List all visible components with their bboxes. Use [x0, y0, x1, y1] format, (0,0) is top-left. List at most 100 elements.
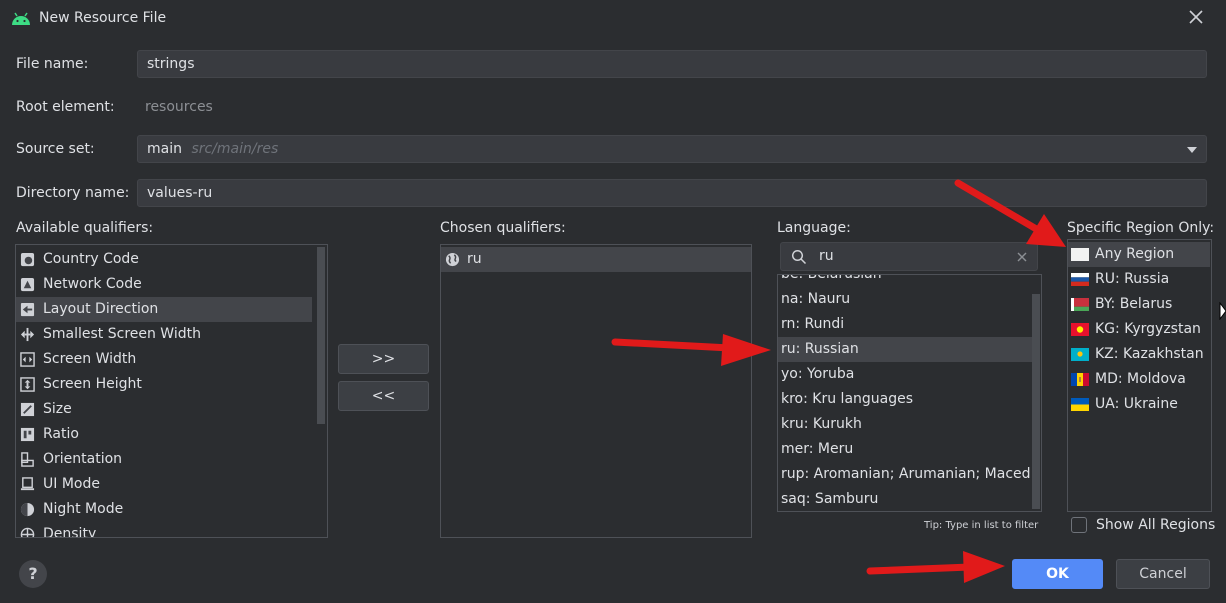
density-icon [20, 527, 35, 537]
directory-name-label: Directory name: [16, 185, 130, 201]
size-icon [20, 402, 35, 417]
chosen-qualifier-item[interactable]: ru [441, 247, 751, 272]
region-item[interactable]: RU: Russia [1068, 267, 1210, 292]
help-button[interactable]: ? [19, 560, 47, 588]
language-search-input[interactable]: ru [780, 242, 1038, 271]
region-item[interactable]: MD: Moldova [1068, 367, 1210, 392]
android-icon [12, 12, 30, 25]
qualifier-label: Size [43, 401, 72, 417]
qualifier-item[interactable]: Screen Height [16, 372, 312, 397]
remove-qualifier-button[interactable]: << [338, 381, 429, 411]
flag-kg-icon [1071, 323, 1089, 336]
region-item[interactable]: BY: Belarus [1068, 292, 1210, 317]
qualifier-item[interactable]: Ratio [16, 422, 312, 447]
language-label: Language: [777, 220, 851, 236]
chosen-qualifier-label: ru [467, 251, 482, 267]
language-item[interactable]: yo: Yoruba [778, 362, 1040, 387]
qualifier-item[interactable]: Size [16, 397, 312, 422]
qualifier-label: Country Code [43, 251, 139, 267]
source-set-dropdown[interactable]: main src/main/res [137, 135, 1207, 163]
qualifier-label: Night Mode [43, 501, 124, 517]
qualifier-item[interactable]: Orientation [16, 447, 312, 472]
ok-button[interactable]: OK [1012, 559, 1103, 589]
source-set-label: Source set: [16, 141, 95, 157]
qualifier-item[interactable]: Smallest Screen Width [16, 322, 312, 347]
language-item[interactable]: saq: Samburu [778, 487, 1040, 511]
flag-by-icon [1071, 298, 1089, 311]
qualifier-item[interactable]: Night Mode [16, 497, 312, 522]
language-item[interactable]: be: Belarusian [778, 275, 1040, 287]
flag-blank-icon [1071, 248, 1089, 261]
language-item[interactable]: kru: Kurukh [778, 412, 1040, 437]
region-label-text: KG: Kyrgyzstan [1095, 321, 1201, 337]
language-item[interactable]: rn: Rundi [778, 312, 1040, 337]
available-scrollbar[interactable] [317, 247, 325, 424]
clear-search-icon[interactable] [1017, 252, 1027, 262]
language-search-value: ru [819, 248, 834, 264]
chosen-qualifiers-label: Chosen qualifiers: [440, 220, 566, 236]
region-label-text: KZ: Kazakhstan [1095, 346, 1204, 362]
qualifier-item[interactable]: Density [16, 522, 312, 538]
root-element-value: resources [145, 99, 213, 115]
available-qualifiers-list[interactable]: Country Code Network Code Layout Direction… [15, 244, 328, 538]
file-name-field[interactable]: strings [137, 50, 1207, 78]
ui-mode-icon [20, 477, 35, 491]
flag-md-icon [1071, 373, 1089, 386]
search-icon [791, 249, 807, 265]
show-all-regions-label: Show All Regions [1096, 517, 1216, 533]
language-list[interactable]: be: Belarusian na: Nauru rn: Rundi ru: Russ… [777, 274, 1042, 512]
root-element-label: Root element: [16, 99, 115, 115]
window-title: New Resource File [39, 10, 167, 26]
flag-kz-icon [1071, 348, 1089, 361]
qualifier-item[interactable]: Screen Width [16, 347, 312, 372]
region-label-text: UA: Ukraine [1095, 396, 1178, 412]
screen-width-icon [20, 352, 35, 367]
night-mode-icon [20, 502, 35, 517]
region-item[interactable]: KZ: Kazakhstan [1068, 342, 1210, 367]
cancel-button[interactable]: Cancel [1116, 559, 1210, 589]
qualifier-item[interactable]: Layout Direction [16, 297, 312, 322]
close-icon[interactable] [1187, 8, 1205, 26]
arrow-to-ok [866, 551, 1005, 583]
chosen-qualifiers-list[interactable]: ru [440, 244, 752, 538]
show-all-regions-checkbox[interactable] [1071, 517, 1087, 533]
add-qualifier-button[interactable]: >> [338, 344, 429, 374]
mouse-cursor-icon [1219, 302, 1226, 320]
qualifier-label: Screen Width [43, 351, 137, 367]
title-bar: New Resource File [0, 0, 1226, 36]
qualifier-item[interactable]: UI Mode [16, 472, 312, 497]
region-item[interactable]: KG: Kyrgyzstan [1068, 317, 1210, 342]
language-item[interactable]: na: Nauru [778, 287, 1040, 312]
layout-direction-icon [20, 302, 35, 317]
language-item[interactable]: rup: Aromanian; Arumanian; Maced… [778, 462, 1040, 487]
screen-height-icon [20, 377, 35, 392]
qualifier-label: Network Code [43, 276, 142, 292]
region-label: Specific Region Only: [1067, 220, 1215, 236]
qualifier-label: Screen Height [43, 376, 142, 392]
flag-ru-icon [1071, 273, 1089, 286]
qualifier-label: Ratio [43, 426, 79, 442]
available-qualifiers-label: Available qualifiers: [16, 220, 154, 236]
ratio-icon [20, 427, 35, 442]
qualifier-label: Smallest Screen Width [43, 326, 201, 342]
region-list[interactable]: Any Region RU: Russia BY: Belarus KG: Kyrgy… [1067, 239, 1212, 512]
orientation-icon [21, 452, 34, 467]
language-scrollbar[interactable] [1032, 294, 1040, 509]
file-name-label: File name: [16, 56, 89, 72]
directory-name-field[interactable]: values-ru [137, 179, 1207, 207]
country-code-icon [20, 252, 35, 267]
qualifier-label: UI Mode [43, 476, 100, 492]
language-tip: Tip: Type in list to filter [924, 520, 1039, 531]
qualifier-item[interactable]: Country Code [16, 247, 312, 272]
qualifier-label: Density [43, 526, 97, 538]
language-item[interactable]: mer: Meru [778, 437, 1040, 462]
source-set-path: src/main/res [191, 141, 279, 157]
language-item[interactable]: kro: Kru languages [778, 387, 1040, 412]
qualifier-item[interactable]: Network Code [16, 272, 312, 297]
qualifier-label: Orientation [43, 451, 123, 467]
globe-icon [445, 252, 460, 267]
region-item[interactable]: UA: Ukraine [1068, 392, 1210, 417]
region-label-text: RU: Russia [1095, 271, 1170, 287]
region-item[interactable]: Any Region [1068, 242, 1210, 267]
language-item[interactable]: ru: Russian [778, 337, 1040, 362]
